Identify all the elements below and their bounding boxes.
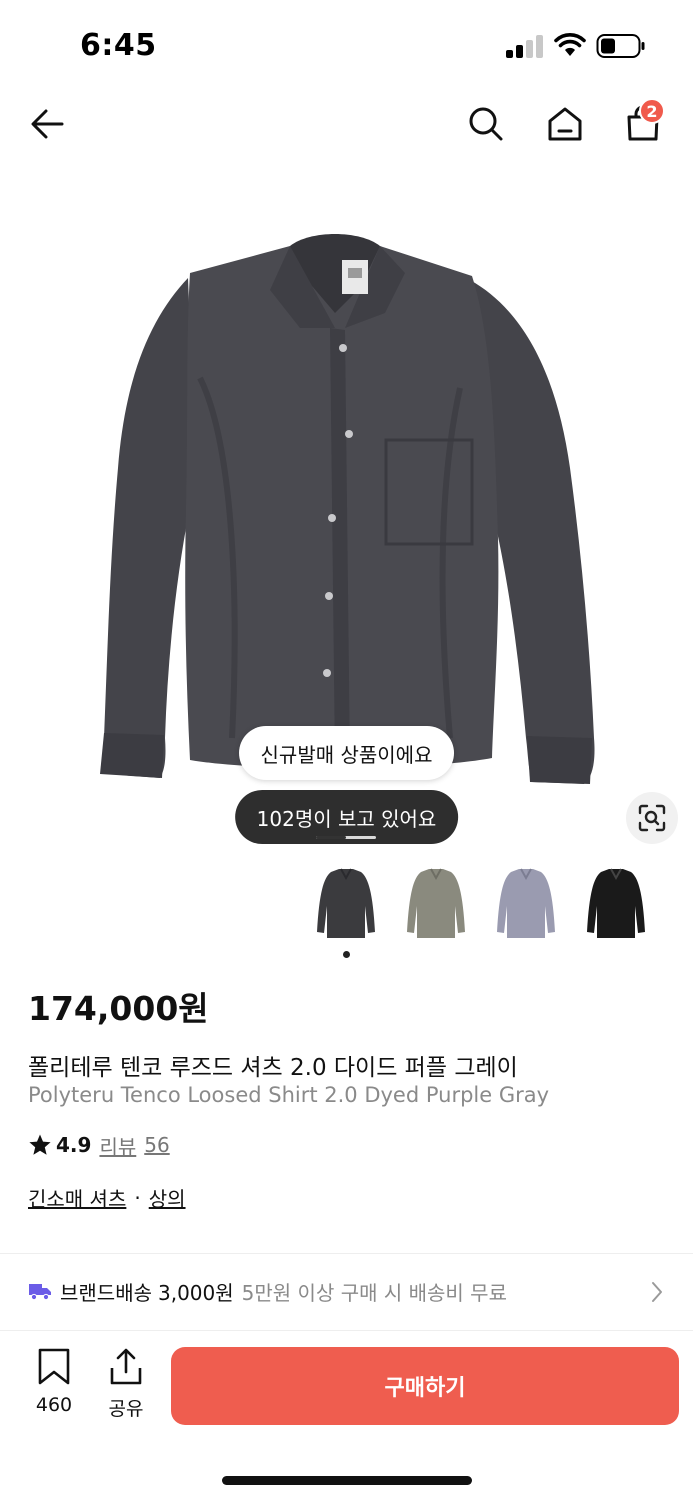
cart-count-badge: 2	[639, 98, 665, 124]
delivery-truck-icon	[29, 1284, 51, 1301]
review-count-link[interactable]: 56	[144, 1133, 169, 1157]
product-title-english: Polyteru Tenco Loosed Shirt 2.0 Dyed Pur…	[28, 1083, 550, 1107]
cellular-signal-icon	[506, 34, 544, 58]
free-shipping-note: 5만원 이상 구매 시 배송비 무료	[241, 1280, 507, 1305]
star-icon	[29, 1134, 51, 1155]
share-label: 공유	[108, 1398, 144, 1420]
color-thumbnail-light-blue-gray[interactable]	[486, 862, 566, 946]
color-thumbnail-dark-gray[interactable]	[306, 862, 386, 946]
selected-color-indicator	[343, 951, 350, 958]
bottom-action-bar: 460 공유 구매하기	[0, 1340, 693, 1440]
breadcrumb-separator: ·	[134, 1185, 141, 1210]
divider	[0, 1330, 693, 1331]
color-thumbnail-olive-gray[interactable]	[396, 862, 476, 946]
bookmark-button[interactable]: 460	[24, 1348, 84, 1424]
home-icon	[548, 107, 582, 141]
breadcrumb: 긴소매 셔츠 · 상의	[28, 1183, 186, 1212]
home-button[interactable]	[537, 92, 593, 156]
new-release-badge: 신규발매 상품이에요	[238, 726, 455, 780]
top-nav: 2	[0, 92, 693, 156]
shipping-fee: 3,000원	[158, 1280, 234, 1305]
rating-score: 4.9	[56, 1133, 92, 1157]
review-link[interactable]: 리뷰	[99, 1131, 136, 1160]
cart-button[interactable]: 2	[615, 92, 671, 156]
bookmark-icon	[38, 1348, 70, 1385]
search-button[interactable]	[458, 92, 514, 156]
color-options	[306, 862, 676, 946]
bookmark-count: 460	[35, 1394, 73, 1416]
color-thumbnail-black[interactable]	[576, 862, 656, 946]
wifi-icon	[554, 32, 586, 58]
status-bar: 6:45	[0, 0, 693, 90]
product-price: 174,000원	[28, 989, 209, 1028]
share-icon	[110, 1348, 142, 1385]
arrow-left-icon	[31, 109, 64, 139]
image-search-icon	[638, 804, 666, 832]
search-icon	[469, 107, 503, 141]
chevron-right-icon	[652, 1282, 662, 1302]
divider	[0, 1253, 693, 1254]
share-button[interactable]: 공유	[96, 1348, 156, 1424]
battery-icon	[596, 33, 646, 59]
carousel-indicator	[316, 836, 376, 839]
shipping-type: 브랜드배송	[60, 1280, 152, 1305]
product-image-carousel[interactable]: 신규발매 상품이에요 102명이 보고 있어요	[0, 178, 693, 848]
product-title-korean: 폴리테루 텐코 루즈드 셔츠 2.0 다이드 퍼플 그레이	[28, 1055, 518, 1081]
buy-button[interactable]: 구매하기	[171, 1347, 679, 1425]
rating-row: 4.9 리뷰 56	[28, 1130, 170, 1160]
back-button[interactable]	[20, 92, 76, 156]
category-link-long-sleeve-shirts[interactable]: 긴소매 셔츠	[28, 1183, 126, 1212]
shipping-info-row[interactable]: 브랜드배송 3,000원 5만원 이상 구매 시 배송비 무료	[0, 1258, 693, 1324]
image-search-button[interactable]	[626, 792, 678, 844]
status-time: 6:45	[80, 28, 157, 63]
category-link-tops[interactable]: 상의	[149, 1183, 186, 1212]
home-indicator	[222, 1476, 472, 1485]
